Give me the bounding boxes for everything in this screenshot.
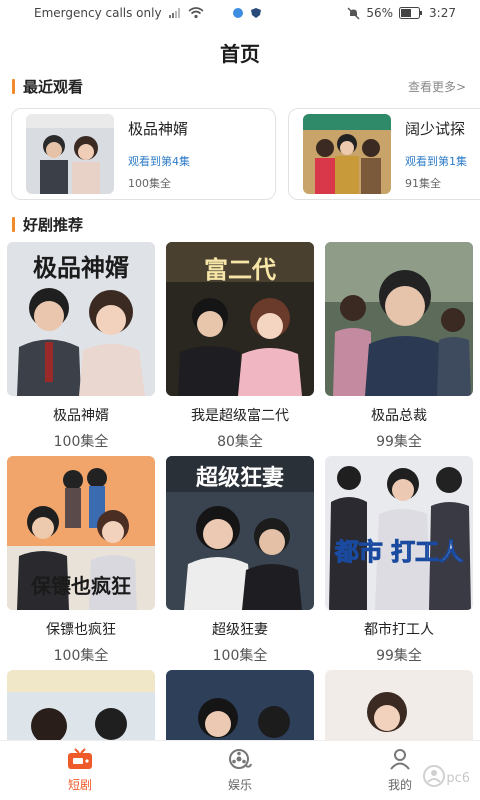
drama-poster: 超级狂妻 — [166, 456, 314, 610]
tab-label: 短剧 — [67, 778, 92, 792]
recent-thumbnail — [303, 114, 391, 194]
drama-poster: 极品神婿 — [7, 242, 155, 396]
signal-icon — [168, 7, 182, 19]
recent-title: 极品神婿 — [128, 119, 189, 138]
recent-thumbnail — [26, 114, 114, 194]
poster-title-art: 都市 打工人 — [334, 537, 464, 567]
tab-label: 我的 — [387, 778, 412, 792]
drama-poster — [166, 670, 314, 750]
section-accent-bar — [12, 78, 15, 94]
drama-title: 保镖也疯狂 — [46, 622, 116, 638]
drama-poster: 都市 打工人 — [325, 456, 473, 610]
drama-tile[interactable]: 极品神婿 极品神婿 100集全 — [7, 242, 155, 451]
drama-tile[interactable] — [7, 670, 155, 750]
recommend-section-header: 好剧推荐 — [12, 213, 466, 235]
drama-title: 极品总裁 — [371, 408, 427, 424]
recent-section-title: 最近观看 — [23, 77, 84, 96]
drama-episode-count: 99集全 — [376, 434, 422, 450]
watermark-text: pc6 — [446, 770, 470, 786]
recent-section-header: 最近观看 查看更多> — [12, 75, 466, 97]
drama-tile[interactable] — [166, 670, 314, 750]
section-accent-bar — [12, 216, 15, 232]
drama-episode-count: 100集全 — [53, 434, 109, 450]
mute-bell-icon — [347, 7, 360, 20]
drama-title: 极品神婿 — [53, 408, 109, 424]
drama-episode-count: 99集全 — [376, 648, 422, 664]
drama-title: 超级狂妻 — [212, 622, 268, 638]
recent-episode-count: 100集全 — [128, 176, 171, 190]
tab-entertainment[interactable]: 娱乐 — [160, 741, 320, 800]
user-icon — [389, 748, 411, 773]
poster-title-art: 保镖也疯狂 — [31, 574, 131, 598]
drama-poster — [325, 670, 473, 750]
carrier-text: Emergency calls only — [34, 6, 162, 20]
tab-label: 娱乐 — [227, 778, 252, 792]
drama-tile[interactable]: 富二代 我是超级富二代 80集全 — [166, 242, 314, 451]
recent-card[interactable]: 极品神婿 观看到第4集 100集全 — [11, 108, 276, 200]
battery-percent: 56% — [366, 6, 394, 20]
poster-title-art: 超级狂妻 — [195, 465, 284, 491]
page-title: 首页 — [220, 42, 260, 66]
drama-tile[interactable]: 都市 打工人 都市打工人 99集全 — [325, 456, 473, 665]
recent-progress: 观看到第1集 — [405, 154, 467, 168]
drama-poster: 保镖也疯狂 — [7, 456, 155, 610]
drama-episode-count: 100集全 — [53, 648, 109, 664]
clock: 3:27 — [429, 6, 456, 20]
poster-title-art: 富二代 — [204, 255, 276, 284]
drama-episode-count: 100集全 — [212, 648, 268, 664]
drama-title: 我是超级富二代 — [191, 408, 289, 424]
recommend-section-title: 好剧推荐 — [23, 215, 84, 234]
bottom-tab-bar: 短剧 娱乐 我的 — [0, 740, 480, 800]
drama-poster — [7, 670, 155, 750]
shield-icon — [250, 7, 262, 19]
recent-card[interactable]: 阔少试探 观看到第1集 91集全 — [288, 108, 480, 200]
tv-icon — [67, 748, 93, 773]
see-more-link[interactable]: 查看更多> — [408, 78, 466, 95]
drama-tile[interactable]: 超级狂妻 超级狂妻 100集全 — [166, 456, 314, 665]
poster-title-art: 极品神婿 — [33, 253, 129, 282]
recent-title: 阔少试探 — [405, 119, 466, 138]
recent-episode-count: 91集全 — [405, 176, 441, 190]
wifi-icon — [188, 7, 204, 19]
watermark-logo-icon — [422, 764, 446, 792]
watermark: pc6 — [422, 764, 470, 792]
drama-poster — [325, 242, 473, 396]
drama-tile[interactable]: 极品总裁 99集全 — [325, 242, 473, 451]
drama-title: 都市打工人 — [364, 622, 434, 638]
status-bar: Emergency calls only 56% 3:27 — [0, 0, 480, 26]
film-reel-icon — [228, 748, 252, 773]
drama-poster: 富二代 — [166, 242, 314, 396]
tab-short-drama[interactable]: 短剧 — [0, 741, 160, 800]
recent-list[interactable]: 极品神婿 观看到第4集 100集全 阔少试探 观看到第1集 91集全 — [11, 108, 480, 200]
battery-icon — [399, 7, 423, 19]
recent-progress: 观看到第4集 — [128, 154, 190, 168]
drama-tile[interactable]: 保镖也疯狂 保镖也疯狂 100集全 — [7, 456, 155, 665]
drama-episode-count: 80集全 — [217, 434, 263, 450]
app-notification-icon — [232, 7, 244, 19]
drama-tile[interactable] — [325, 670, 473, 750]
